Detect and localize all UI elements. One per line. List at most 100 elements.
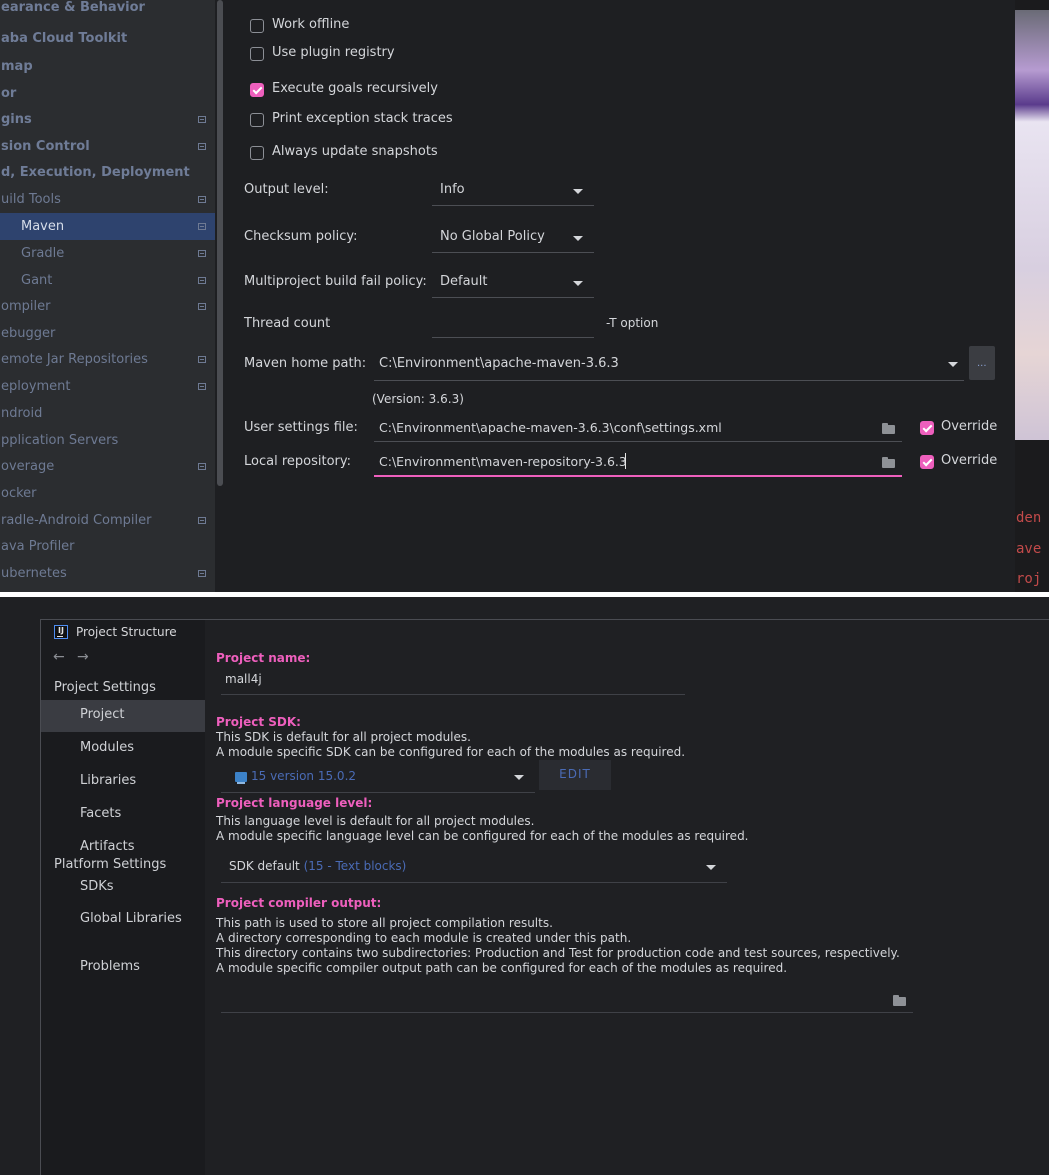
project-structure-sidebar: ← → Project Settings Project Modules Lib… [41, 646, 205, 1175]
tree-item-ava-profiler[interactable]: ava Profiler [0, 533, 215, 560]
local-repository-override-checkbox[interactable] [920, 455, 934, 469]
project-sdk-desc-line: A module specific SDK can be configured … [216, 745, 686, 759]
print-exception-stack-traces-checkbox[interactable] [250, 113, 264, 127]
tree-item-gant[interactable]: Gant [0, 267, 215, 294]
print-exception-stack-traces-label: Print exception stack traces [272, 111, 453, 126]
window-title-tab[interactable]: IJ Project Structure [41, 620, 205, 646]
tree-item-ompiler[interactable]: ompiler [0, 293, 215, 320]
local-repository-override-label: Override [941, 453, 998, 468]
chevron-down-icon [514, 775, 524, 780]
tree-item-map[interactable]: map [0, 53, 215, 80]
project-settings-icon [198, 463, 206, 470]
maven-home-path-value: C:\Environment\apache-maven-3.6.3 [379, 356, 619, 371]
local-repository-input[interactable]: C:\Environment\maven-repository-3.6.3 [374, 449, 902, 477]
sdk-edit-button[interactable]: EDIT [539, 760, 611, 790]
multiproject-fail-policy-value: Default [440, 274, 488, 289]
tree-item-ebugger[interactable]: ebugger [0, 320, 215, 347]
tree-item-label: ompiler [1, 299, 51, 314]
tree-item-uild-tools[interactable]: uild Tools [0, 186, 215, 213]
maven-settings-panel: earance & Behavior aba Cloud Toolkit map or… [0, 0, 1049, 592]
thread-count-label: Thread count [244, 316, 331, 331]
language-level-title: Project language level: [216, 796, 373, 810]
execute-goals-recursively-checkbox[interactable] [250, 83, 264, 97]
project-settings-icon [198, 303, 206, 310]
tree-item-overage[interactable]: overage [0, 453, 215, 480]
project-settings-content: Project name: mall4j Project SDK: This S… [205, 646, 1049, 1175]
chevron-down-icon [573, 236, 583, 241]
tree-item-emote-jar-repositories[interactable]: emote Jar Repositories [0, 346, 215, 373]
window-title: Project Structure [76, 625, 177, 639]
folder-icon[interactable] [882, 457, 895, 468]
tree-item-earance-behavior[interactable]: earance & Behavior [0, 0, 215, 21]
sidebar-item-global-libraries[interactable]: Global Libraries [41, 904, 205, 936]
intellij-icon: IJ [54, 625, 68, 639]
sidebar-item-modules[interactable]: Modules [41, 733, 205, 765]
multiproject-fail-policy-combo[interactable]: Default [432, 269, 594, 298]
language-level-desc-line: This language level is default for all p… [216, 814, 535, 828]
folder-icon[interactable] [893, 995, 906, 1006]
always-update-snapshots-checkbox[interactable] [250, 146, 264, 160]
settings-tree-scrollbar[interactable] [217, 0, 223, 486]
tree-item-label: uild Tools [1, 192, 61, 207]
folder-icon[interactable] [882, 423, 895, 434]
project-sdk-combo[interactable]: 15 version 15.0.2 [221, 762, 535, 793]
project-name-input[interactable]: mall4j [221, 668, 685, 695]
output-level-combo[interactable]: Info [432, 177, 594, 206]
tree-item-label: eployment [1, 379, 71, 394]
tree-item-gins[interactable]: gins [0, 106, 215, 133]
project-settings-icon [198, 570, 206, 577]
language-level-desc-line: A module specific language level can be … [216, 829, 749, 843]
tree-item-or[interactable]: or [0, 80, 215, 107]
background-image [1015, 10, 1049, 440]
sidebar-item-problems[interactable]: Problems [41, 952, 205, 984]
thread-count-suffix: -T option [606, 316, 659, 330]
sidebar-item-facets[interactable]: Facets [41, 799, 205, 831]
checksum-policy-combo[interactable]: No Global Policy [432, 224, 594, 253]
project-name-value: mall4j [225, 672, 262, 686]
project-settings-icon [198, 250, 206, 257]
thread-count-input[interactable] [432, 311, 594, 338]
user-settings-file-input[interactable]: C:\Environment\apache-maven-3.6.3\conf\s… [374, 415, 902, 442]
tree-item-d-execution-deployment[interactable]: d, Execution, Deployment [0, 159, 215, 186]
maven-home-path-combo[interactable]: C:\Environment\apache-maven-3.6.3 [374, 350, 964, 381]
tree-item-label: or [1, 86, 17, 101]
tree-item-label: ava Profiler [1, 539, 75, 554]
tree-item-eployment[interactable]: eployment [0, 373, 215, 400]
chevron-down-icon [573, 281, 583, 286]
back-arrow-icon[interactable]: ← [53, 649, 65, 665]
compiler-output-input[interactable] [221, 986, 913, 1013]
language-level-combo[interactable]: SDK default (15 - Text blocks) [221, 852, 727, 883]
sidebar-item-project[interactable]: Project [41, 700, 205, 732]
tree-item-label: ocker [1, 486, 37, 501]
work-offline-checkbox[interactable] [250, 19, 264, 33]
tree-item-radle-android-compiler[interactable]: radle-Android Compiler [0, 507, 215, 534]
tree-item-gradle[interactable]: Gradle [0, 240, 215, 267]
tree-item-label: ubernetes [1, 566, 67, 581]
tree-item-sion-control[interactable]: sion Control [0, 133, 215, 160]
tree-item-ndroid[interactable]: ndroid [0, 400, 215, 427]
forward-arrow-icon[interactable]: → [77, 649, 89, 665]
maven-version-text: (Version: 3.6.3) [372, 392, 464, 406]
tree-item-maven[interactable]: Maven [0, 213, 215, 240]
language-level-value-detail: (15 - Text blocks) [303, 859, 407, 873]
jdk-folder-icon [235, 772, 247, 784]
work-offline-label: Work offline [272, 17, 350, 32]
tree-item-ubernetes[interactable]: ubernetes [0, 560, 215, 587]
tree-item-ocker[interactable]: ocker [0, 480, 215, 507]
tree-item-aba-cloud-toolkit[interactable]: aba Cloud Toolkit [0, 25, 215, 52]
maven-home-browse-button[interactable]: ... [969, 346, 995, 380]
output-level-label: Output level: [244, 182, 329, 197]
tree-item-pplication-servers[interactable]: pplication Servers [0, 427, 215, 454]
tree-item-label: ndroid [1, 406, 43, 421]
use-plugin-registry-checkbox[interactable] [250, 47, 264, 61]
maven-home-browse-label: ... [977, 358, 987, 369]
tree-item-label: ebugger [1, 326, 56, 341]
tree-item-label: radle-Android Compiler [1, 513, 152, 528]
project-settings-icon [198, 196, 206, 203]
project-settings-icon [198, 356, 206, 363]
project-structure-dialog: IJ Project Structure ← → Project Setting… [0, 597, 1049, 1175]
sidebar-item-sdks[interactable]: SDKs [41, 872, 205, 904]
user-settings-override-checkbox[interactable] [920, 421, 934, 435]
platform-settings-header: Platform Settings [54, 857, 167, 872]
sidebar-item-libraries[interactable]: Libraries [41, 766, 205, 798]
